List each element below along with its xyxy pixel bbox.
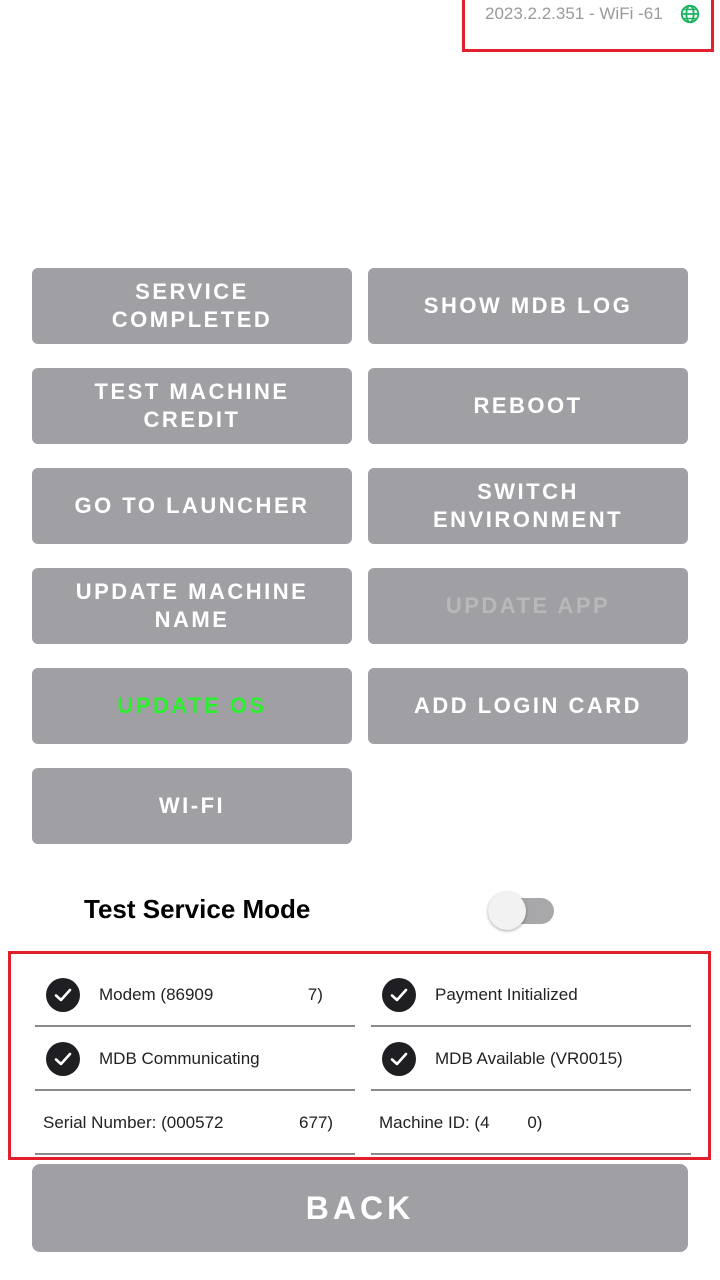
back-button[interactable]: BACK [32,1164,688,1252]
test-machine-credit-button[interactable]: TEST MACHINE CREDIT [32,368,352,444]
update-os-label: UPDATE OS [117,693,267,718]
update-app-button[interactable]: UPDATE APP [368,568,688,644]
payment-status-text: Payment Initialized [435,984,578,1004]
show-mdb-log-button[interactable]: SHOW MDB LOG [368,268,688,344]
version-wifi-text: 2023.2.2.351 - WiFi -61 [485,4,663,23]
show-mdb-log-label: SHOW MDB LOG [423,293,633,318]
mdb-communicating-text: MDB Communicating [99,1048,260,1068]
add-login-card-label: ADD LOGIN CARD [413,693,643,718]
toggle-thumb [488,892,526,930]
check-icon [46,977,80,1012]
serial-number-status: Serial Number: (000572 677) [35,1092,355,1155]
serial-number-text: Serial Number: (000572 677) [43,1112,334,1132]
check-icon [382,1041,416,1076]
mdb-communicating-status: MDB Communicating [35,1028,355,1091]
update-machine-name-button[interactable]: UPDATE MACHINE NAME [32,568,352,644]
status-panel: Modem (86909 7) Payment Initialized MDB … [8,951,711,1160]
mdb-available-text: MDB Available (VR0015) [435,1048,623,1068]
wifi-label: WI-FI [158,793,226,818]
wifi-button[interactable]: WI-FI [32,768,352,844]
machine-id-status: Machine ID: (4 0) [371,1092,691,1155]
mdb-available-status: MDB Available (VR0015) [371,1028,691,1091]
test-service-mode-label: Test Service Mode [84,894,311,924]
add-login-card-button[interactable]: ADD LOGIN CARD [368,668,688,744]
globe-icon [680,4,700,24]
service-completed-button[interactable]: SERVICE COMPLETED [32,268,352,344]
update-app-label: UPDATE APP [445,593,611,618]
version-status-bar: 2023.2.2.351 - WiFi -61 [462,0,714,52]
reboot-button[interactable]: REBOOT [368,368,688,444]
check-icon [382,977,416,1012]
switch-environment-button[interactable]: SWITCH ENVIRONMENT [368,468,688,544]
modem-status: Modem (86909 7) [35,964,355,1027]
machine-id-text: Machine ID: (4 0) [379,1112,543,1132]
payment-status: Payment Initialized [371,964,691,1027]
reboot-label: REBOOT [473,393,583,418]
update-machine-name-label: UPDATE MACHINE NAME [75,579,309,632]
back-label: BACK [305,1189,415,1226]
service-completed-label: SERVICE COMPLETED [111,279,273,332]
go-to-launcher-button[interactable]: GO TO LAUNCHER [32,468,352,544]
switch-environment-label: SWITCH ENVIRONMENT [432,479,624,532]
modem-status-text: Modem (86909 7) [99,984,323,1004]
update-os-button[interactable]: UPDATE OS [32,668,352,744]
test-service-mode-toggle[interactable] [488,892,558,930]
go-to-launcher-label: GO TO LAUNCHER [74,493,310,518]
test-machine-credit-label: TEST MACHINE CREDIT [94,379,290,432]
check-icon [46,1041,80,1076]
